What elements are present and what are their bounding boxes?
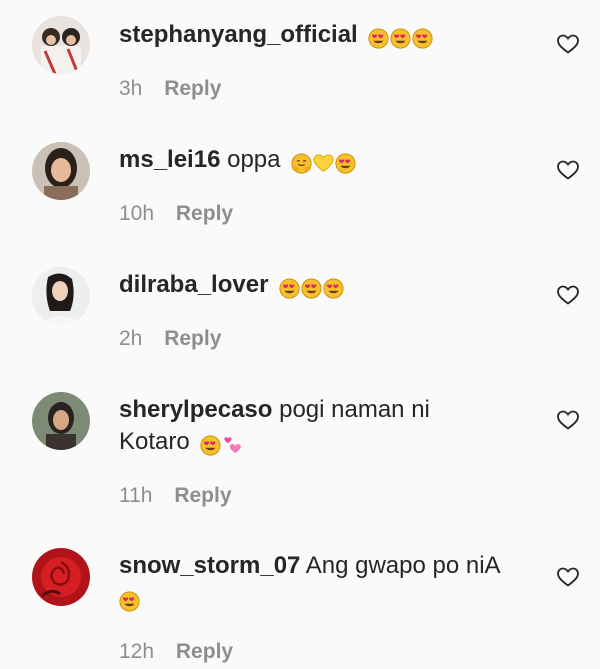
avatar[interactable] [32,548,90,606]
comment-meta: 10h Reply [119,202,233,226]
reply-button[interactable]: Reply [176,202,233,225]
heart-eyes-emoji [335,153,356,174]
reply-button[interactable]: Reply [174,484,231,507]
avatar[interactable] [32,392,90,450]
comment-body-line2: Kotaro [119,428,190,455]
avatar[interactable] [32,142,90,200]
heart-eyes-emoji [279,278,300,299]
heart-eyes-emoji [368,28,389,49]
comment-meta: 12h Reply [119,640,233,664]
heart-outline-icon[interactable] [557,410,579,430]
comment-username[interactable]: stephanyang_official [119,21,358,48]
reply-button[interactable]: Reply [164,77,221,100]
heart-outline-icon[interactable] [557,285,579,305]
heart-eyes-emoji [390,28,411,49]
comment-text: sherylpecaso pogi naman ni Kotaro [119,394,529,461]
comment-emojis [291,147,357,179]
comment-body: oppa [227,146,281,173]
heart-eyes-emoji [119,591,140,612]
hugging-face-emoji [291,153,312,174]
yellow-heart-emoji [313,154,334,172]
comment-meta: 11h Reply [119,484,232,508]
comment-body: Ang gwapo po niA [305,552,501,579]
comment-time[interactable]: 10h [119,202,154,225]
comment-meta: 3h Reply [119,77,221,101]
avatar[interactable] [32,16,90,74]
comment-text: snow_storm_07 Ang gwapo po niA [119,550,529,617]
comment-time[interactable]: 3h [119,77,142,100]
comment-text: ms_lei16 oppa [119,144,529,179]
heart-eyes-emoji [412,28,433,49]
comment-username[interactable]: ms_lei16 [119,146,220,173]
reply-button[interactable]: Reply [164,327,221,350]
comment-time[interactable]: 2h [119,327,142,350]
comment-emojis [119,585,141,617]
comment-time[interactable]: 11h [119,484,152,507]
comment-username[interactable]: sherylpecaso [119,396,272,423]
heart-outline-icon[interactable] [557,160,579,180]
heart-outline-icon[interactable] [557,567,579,587]
comment-text: stephanyang_official [119,19,529,54]
comment-time[interactable]: 12h [119,640,154,663]
reply-button[interactable]: Reply [176,640,233,663]
comment-username[interactable]: snow_storm_07 [119,552,300,579]
comment-emojis [279,272,345,304]
comment-body: pogi naman ni [279,396,430,423]
avatar[interactable] [32,267,90,325]
comment-emojis [200,429,244,461]
comment-username[interactable]: dilraba_lover [119,271,268,298]
heart-outline-icon[interactable] [557,34,579,54]
comment-text: dilraba_lover [119,269,529,304]
heart-eyes-emoji [323,278,344,299]
two-hearts-emoji [224,437,242,454]
heart-eyes-emoji [200,435,221,456]
heart-eyes-emoji [301,278,322,299]
comment-meta: 2h Reply [119,327,221,351]
comment-emojis [368,22,434,54]
